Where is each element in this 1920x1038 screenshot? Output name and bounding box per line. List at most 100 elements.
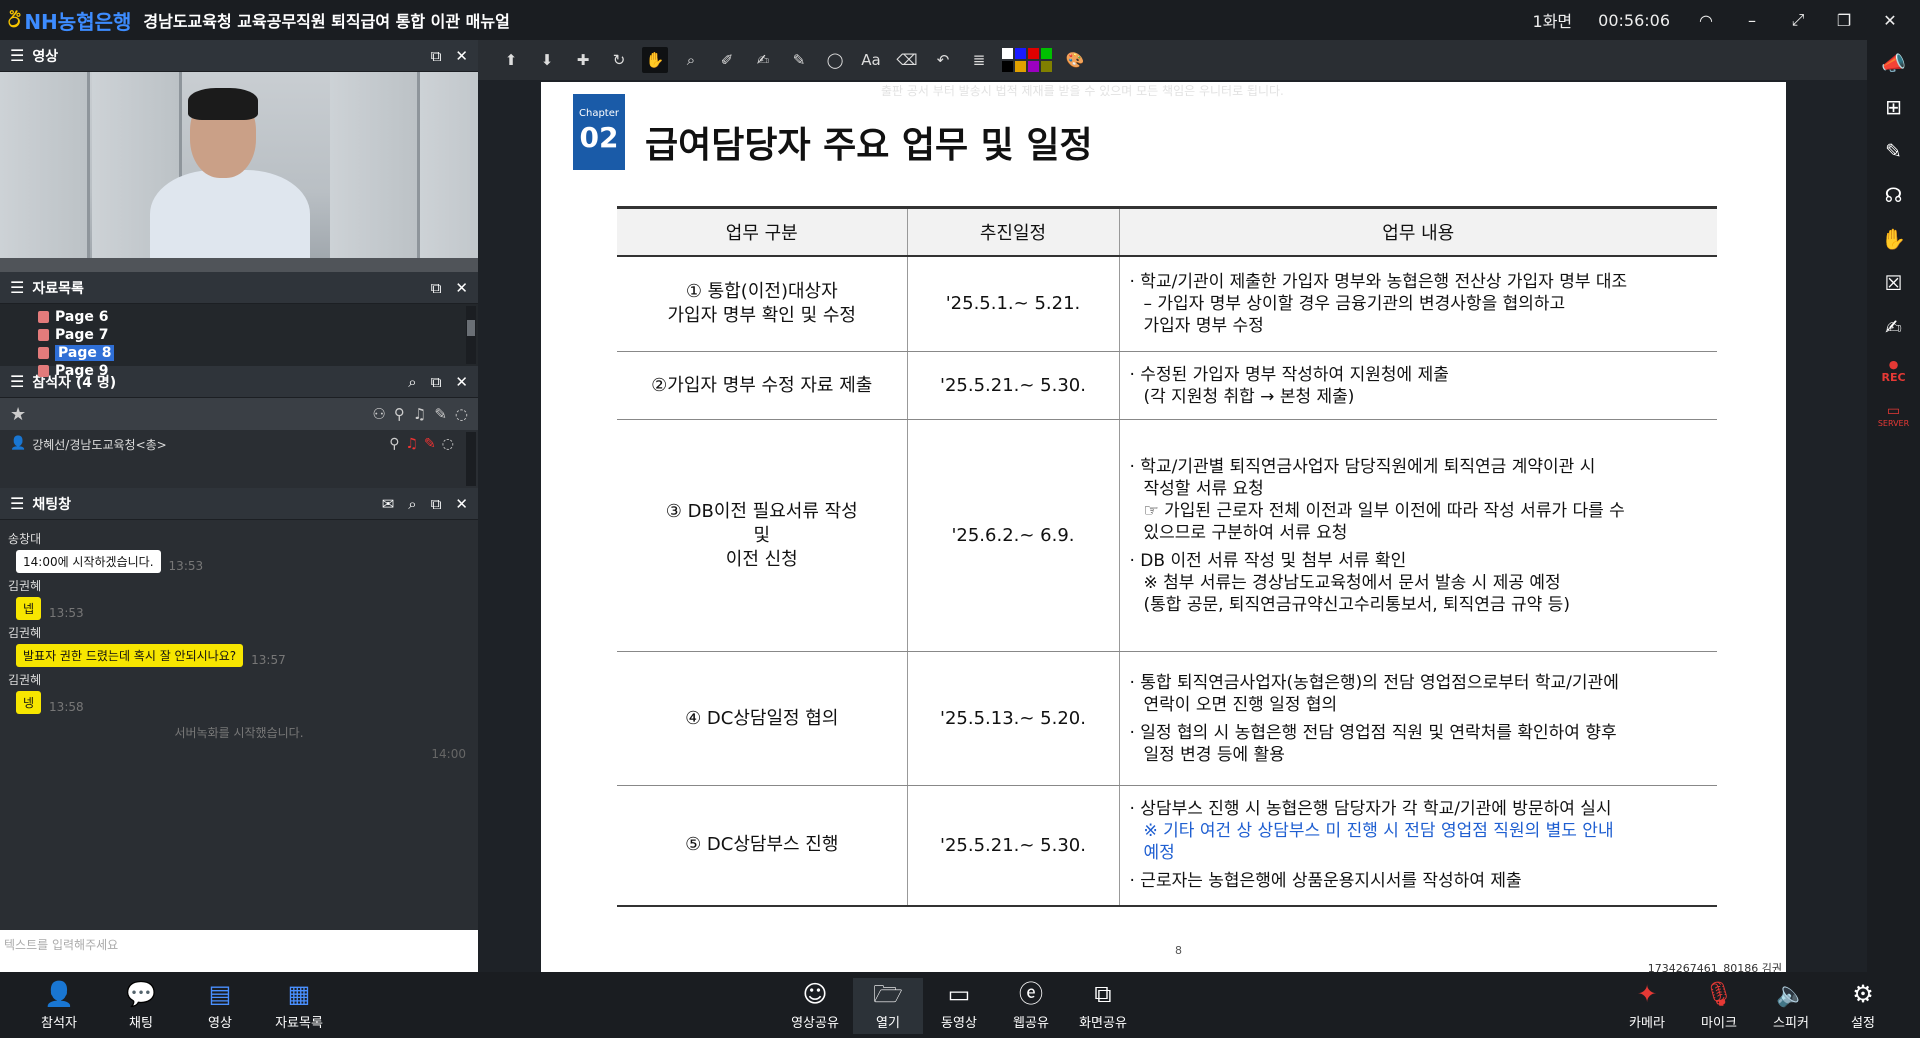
search-icon[interactable]: ⌕ (408, 495, 416, 513)
left-panel: ☰ 영상 ⧉ ✕ ☰ 자료목록 ⧉ ✕ Page 6 Page 7 Page 8 P… (0, 40, 478, 978)
circle-icon[interactable]: ◯ (822, 47, 848, 73)
popout-icon[interactable]: ⧉ (431, 47, 442, 65)
task-description: · 학교/기관별 퇴직연금사업자 담당직원에게 퇴직연금 계약이관 시 작성할 서… (1118, 419, 1717, 652)
text-tool[interactable]: Aa (858, 47, 884, 73)
bottom-button-label: 열기 (876, 1015, 900, 1031)
layout-icon[interactable]: ⊞ (1879, 94, 1909, 120)
menu-icon[interactable]: ☰ (10, 278, 24, 297)
user-button[interactable]: 👤 참석자 (24, 978, 94, 1034)
raise-hand-icon[interactable]: ✋ (1879, 226, 1909, 252)
rotate-icon[interactable]: ↻ (606, 47, 632, 73)
popout-icon[interactable]: ⧉ (431, 495, 442, 513)
doc-item-page-9[interactable]: Page 9 (38, 362, 478, 380)
slide-title: 급여담당자 주요 업무 및 일정 (645, 125, 1093, 166)
server-label: SERVER (1877, 418, 1910, 428)
folder-button[interactable]: 🗁 열기 (853, 978, 923, 1034)
video-feed[interactable] (0, 72, 478, 272)
popout-icon[interactable]: ⧉ (431, 279, 442, 297)
headset-icon[interactable]: ☊ (1879, 182, 1909, 208)
slide-page[interactable]: 출판 공서 부터 발송시 법적 제재를 받을 수 있으며 모든 책임은 우니터로… (541, 82, 1786, 972)
camera-off-button[interactable]: ✦ 카메라 (1612, 978, 1682, 1034)
close-icon[interactable]: ✕ (455, 47, 468, 65)
page-icon (38, 311, 49, 323)
star-icon[interactable]: ★ (10, 404, 26, 425)
app-window: ඊ NH농협은행 경남도교육청 교육공무직원 퇴직급여 통합 이관 매뉴얼 1화… (0, 0, 1920, 1038)
eraser-icon[interactable]: ⌫ (894, 47, 920, 73)
close-icon[interactable]: ✕ (455, 279, 468, 297)
task-category: ③ DB이전 필요서류 작성 및 이전 신청 (617, 419, 907, 652)
gear-button[interactable]: ⚙ 설정 (1828, 978, 1898, 1034)
pen-icon[interactable]: ✎ (424, 436, 436, 452)
minimize-button[interactable]: – (1742, 11, 1762, 30)
close-icon[interactable]: ✕ (455, 495, 468, 513)
color-palette[interactable] (1002, 48, 1052, 72)
undo-icon[interactable]: ↶ (930, 47, 956, 73)
sign-icon[interactable]: ✍ (1879, 314, 1909, 340)
people-icon[interactable]: ⚇ (372, 405, 385, 423)
video-doc-button[interactable]: ▤ 영상 (185, 978, 255, 1034)
palette-icon[interactable]: 🎨 (1062, 47, 1088, 73)
task-category-line: ① 통합(이전)대상자 (685, 280, 838, 302)
hand-icon[interactable]: ✋ (642, 47, 668, 73)
close-window-button[interactable]: ✕ (1880, 11, 1900, 30)
chat-sender: 김권혜 (8, 579, 42, 593)
line-width-icon[interactable]: ≣ (966, 47, 992, 73)
restore-button[interactable]: ❐ (1834, 11, 1854, 30)
notes-icon[interactable]: ✎ (1879, 138, 1909, 164)
mail-icon[interactable]: ✉ (382, 495, 395, 513)
docs-panel-title: 자료목록 (32, 280, 84, 297)
video-panel-header: ☰ 영상 ⧉ ✕ (0, 40, 478, 72)
record-button[interactable]: ● REC (1879, 358, 1909, 384)
doc-item-page-7[interactable]: Page 7 (38, 326, 478, 344)
bottom-button-label: 설정 (1851, 1015, 1875, 1031)
arrow-down-icon[interactable]: ⬇ (534, 47, 560, 73)
smile-button[interactable]: ☺ 영상공유 (780, 978, 850, 1034)
pen-icon[interactable]: ✎ (434, 405, 447, 423)
chat-bubble-icon[interactable]: ◌ (442, 436, 454, 452)
bulb-icon[interactable]: ⚲ (394, 405, 405, 423)
speaker-button[interactable]: 🔈 스피커 (1756, 978, 1826, 1034)
chat-input[interactable]: 텍스트를 입력해주세요 (0, 930, 478, 978)
chat-message: 14:00에 시작하겠습니다. 13:53 (16, 550, 470, 573)
task-date: '25.6.2.~ 6.9. (906, 419, 1119, 652)
mic-icon[interactable]: ♫ (413, 405, 426, 423)
zoom-icon[interactable]: ⌕ (678, 47, 704, 73)
screen-share-button[interactable]: ⧉ 화면공유 (1068, 978, 1138, 1034)
screen-mode[interactable]: 1화면 (1533, 8, 1573, 32)
doc-list-button[interactable]: ▦ 자료목록 (264, 978, 334, 1034)
pen-icon[interactable]: ✍ (750, 47, 776, 73)
description-line: ☞ 가입된 근로자 전체 이전과 일부 이전에 따라 작성 서류가 다를 수 (1143, 500, 1625, 521)
server-record-button[interactable]: ▭ SERVER (1877, 402, 1910, 428)
attendee-scrollbar[interactable] (466, 432, 476, 486)
menu-icon[interactable]: ☰ (10, 46, 24, 65)
chat-panel-title: 채팅창 (32, 496, 71, 513)
mic-icon[interactable]: ♫ (405, 436, 418, 452)
description-line: ※ 첨부 서류는 경상남도교육청에서 문서 발송 시 제공 예정 (1143, 572, 1561, 593)
bottom-button-label: 참석자 (41, 1015, 77, 1031)
doc-list-scrollbar[interactable] (466, 306, 476, 364)
doc-item-page-8[interactable]: Page 8 (38, 344, 478, 362)
arrow-up-icon[interactable]: ⬆ (498, 47, 524, 73)
marker-icon[interactable]: ✎ (786, 47, 812, 73)
chat-bubble-icon[interactable]: ◌ (455, 405, 468, 423)
doc-item-page-6[interactable]: Page 6 (38, 308, 478, 326)
menu-icon[interactable]: ☰ (10, 494, 24, 513)
menu-icon[interactable]: ☰ (10, 372, 24, 391)
column-header: 추진일정 (906, 206, 1119, 257)
task-category: ②가입자 명부 수정 자료 제출 (617, 351, 907, 420)
poll-icon[interactable]: ☒ (1879, 270, 1909, 296)
announce-icon[interactable]: 📣 (1879, 50, 1909, 76)
chat-button[interactable]: 💬 채팅 (106, 978, 176, 1034)
bulb-icon[interactable]: ⚲ (389, 436, 399, 452)
brush-icon[interactable]: ✐ (714, 47, 740, 73)
system-message-time: 14:00 (431, 747, 466, 761)
movie-button[interactable]: ▭ 동영상 (924, 978, 994, 1034)
description-line: · 일정 협의 시 농협은행 전담 영업점 직원 및 연락처를 확인하여 향후 (1129, 722, 1617, 743)
attendee-row[interactable]: 👤 강혜선/경남도교육청<총> ⚲ ♫ ✎ ◌ (0, 430, 478, 488)
mic-off-button[interactable]: 🎙 마이크 (1684, 978, 1754, 1034)
plus-icon[interactable]: ✚ (570, 47, 596, 73)
fullscreen-button[interactable]: ⤢ (1788, 10, 1808, 30)
doc-item-label: Page 6 (55, 309, 109, 325)
web-button[interactable]: ⓔ 웹공유 (996, 978, 1066, 1034)
bottom-button-label: 채팅 (129, 1015, 153, 1031)
